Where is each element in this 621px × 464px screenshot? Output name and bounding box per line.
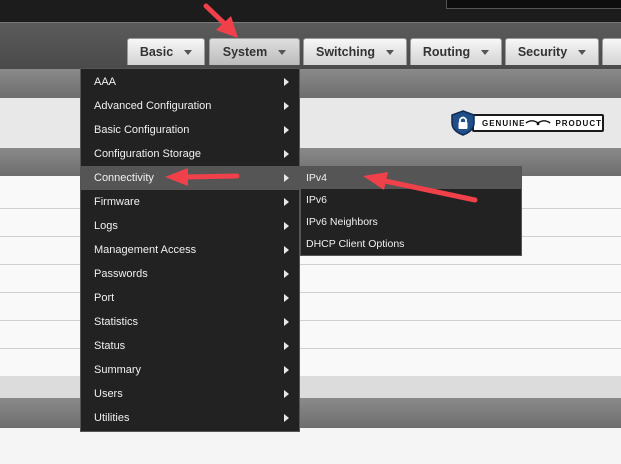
menu-item-configuration-storage[interactable]: Configuration Storage <box>81 142 299 166</box>
chevron-right-icon <box>284 342 289 350</box>
submenu-item-ipv6[interactable]: IPv6 <box>301 189 521 211</box>
menu-item-firmware[interactable]: Firmware <box>81 190 299 214</box>
chevron-right-icon <box>284 198 289 206</box>
system-dropdown-menu: AAA Advanced Configuration Basic Configu… <box>80 68 300 432</box>
secondary-section-body <box>0 428 621 464</box>
top-header-bar <box>0 0 621 22</box>
menu-item-label: Management Access <box>94 244 197 256</box>
genuine-product-badge: GENUINE PRODUCT <box>450 110 606 136</box>
tab-label: Basic <box>139 45 174 59</box>
tab-switching[interactable]: Switching <box>303 38 407 65</box>
chevron-right-icon <box>284 294 289 302</box>
menu-item-statistics[interactable]: Statistics <box>81 310 299 334</box>
menu-item-label: Logs <box>94 220 118 232</box>
chevron-right-icon <box>284 318 289 326</box>
chevron-right-icon <box>284 222 289 230</box>
chevron-right-icon <box>284 126 289 134</box>
tab-more[interactable] <box>602 38 621 65</box>
menu-item-label: Statistics <box>94 316 139 328</box>
submenu-item-ipv4[interactable]: IPv4 <box>301 167 521 189</box>
menu-item-label: Advanced Configuration <box>94 100 212 112</box>
menu-item-label: Summary <box>94 364 142 376</box>
chevron-right-icon <box>284 390 289 398</box>
menu-item-label: Status <box>94 340 126 352</box>
chevron-down-icon <box>184 49 193 55</box>
submenu-item-label: IPv4 <box>306 172 328 184</box>
ubiquiti-logo-icon <box>525 120 551 126</box>
submenu-item-label: IPv6 <box>306 194 328 206</box>
chevron-right-icon <box>284 270 289 278</box>
menu-item-label: Passwords <box>94 268 148 280</box>
menu-item-label: Configuration Storage <box>94 148 202 160</box>
submenu-item-ipv6-neighbors[interactable]: IPv6 Neighbors <box>301 211 521 233</box>
menu-item-management-access[interactable]: Management Access <box>81 238 299 262</box>
chevron-right-icon <box>284 174 289 182</box>
chevron-right-icon <box>284 366 289 374</box>
tab-security[interactable]: Security <box>505 38 599 65</box>
chevron-down-icon <box>386 49 395 55</box>
badge-word-genuine: GENUINE <box>482 118 526 128</box>
menu-item-label: Users <box>94 388 123 400</box>
tab-label: Switching <box>315 45 376 59</box>
menu-item-label: AAA <box>94 76 117 88</box>
menu-item-summary[interactable]: Summary <box>81 358 299 382</box>
submenu-item-dhcp-client-options[interactable]: DHCP Client Options <box>301 233 521 255</box>
tab-label: Routing <box>422 45 471 59</box>
tab-label: System <box>222 45 268 59</box>
menu-item-utilities[interactable]: Utilities <box>81 406 299 430</box>
connectivity-submenu: IPv4 IPv6 IPv6 Neighbors DHCP Client Opt… <box>300 166 522 256</box>
tab-system[interactable]: System <box>209 38 300 65</box>
menu-item-logs[interactable]: Logs <box>81 214 299 238</box>
menu-item-passwords[interactable]: Passwords <box>81 262 299 286</box>
header-status-panel <box>446 0 621 9</box>
chevron-right-icon <box>284 414 289 422</box>
menu-item-connectivity[interactable]: Connectivity <box>81 166 299 190</box>
chevron-down-icon <box>481 49 490 55</box>
menu-item-basic-configuration[interactable]: Basic Configuration <box>81 118 299 142</box>
chevron-right-icon <box>284 246 289 254</box>
chevron-down-icon <box>578 49 587 55</box>
chevron-right-icon <box>284 150 289 158</box>
menu-item-port[interactable]: Port <box>81 286 299 310</box>
chevron-right-icon <box>284 102 289 110</box>
tab-basic[interactable]: Basic <box>127 38 205 65</box>
menu-item-advanced-configuration[interactable]: Advanced Configuration <box>81 94 299 118</box>
menu-item-label: Firmware <box>94 196 140 208</box>
menu-item-label: Basic Configuration <box>94 124 190 136</box>
submenu-item-label: DHCP Client Options <box>306 238 405 250</box>
tab-routing[interactable]: Routing <box>410 38 502 65</box>
menu-item-label: Utilities <box>94 412 130 424</box>
lock-shield-icon <box>451 110 475 136</box>
menu-item-label: Port <box>94 292 115 304</box>
tab-label: Security <box>517 45 568 59</box>
chevron-down-icon <box>278 49 287 55</box>
menu-item-users[interactable]: Users <box>81 382 299 406</box>
menu-item-status[interactable]: Status <box>81 334 299 358</box>
chevron-right-icon <box>284 78 289 86</box>
menu-item-label: Connectivity <box>94 172 154 184</box>
badge-label-box: GENUINE PRODUCT <box>472 114 604 132</box>
menu-item-aaa[interactable]: AAA <box>81 70 299 94</box>
submenu-item-label: IPv6 Neighbors <box>306 216 378 228</box>
badge-word-product: PRODUCT <box>555 118 602 128</box>
